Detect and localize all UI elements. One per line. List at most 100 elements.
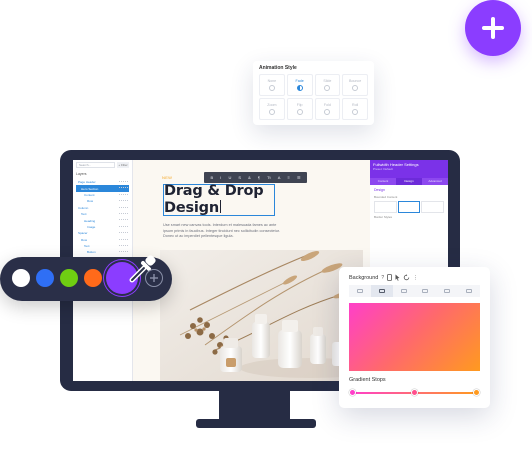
animation-option-roll[interactable]: Roll — [342, 98, 368, 120]
border-cell[interactable] — [421, 201, 444, 213]
add-button[interactable] — [465, 0, 521, 56]
gradient-icon — [378, 289, 385, 293]
no-fill-icon — [356, 289, 363, 293]
headline-line-2: Design — [164, 199, 219, 216]
animation-fold-icon — [324, 109, 331, 115]
animation-option-fade[interactable]: Fade — [286, 74, 313, 96]
eyebrow-text: NEW — [162, 175, 173, 180]
settings-subtitle: Preset: Default — [373, 167, 393, 171]
layer-label: Text — [81, 212, 87, 217]
layer-label: Button — [87, 250, 96, 255]
bg-tab-mask[interactable] — [458, 285, 480, 297]
toolbar-item-6[interactable]: Tt — [267, 175, 271, 180]
settings-section-title[interactable]: Design — [370, 185, 448, 195]
swatch-orange[interactable] — [84, 269, 102, 287]
animation-option-label: Fold — [323, 103, 331, 107]
layer-label: Row — [87, 199, 94, 204]
add-color-button[interactable] — [145, 269, 163, 287]
gradient-preview[interactable] — [349, 303, 480, 371]
layers-search-input[interactable]: Search... — [76, 162, 115, 168]
settings-tab-content[interactable]: Content — [370, 178, 396, 185]
settings-tabs: Content Design Advanced — [370, 178, 448, 185]
animation-style-card: Animation Style None Fade Slide Bounce Zoom F… — [253, 61, 374, 125]
toolbar-item-7[interactable]: A — [278, 175, 281, 180]
border-cell[interactable] — [374, 201, 397, 213]
animation-option-label: Slide — [323, 79, 332, 83]
swatch-blue[interactable] — [36, 269, 54, 287]
layers-title: Layers — [76, 172, 87, 176]
toolbar-item-3[interactable]: S — [238, 175, 241, 180]
text-format-toolbar: B I U S & ¶ Tt A ≡ ☰ — [204, 172, 307, 183]
gradient-stop-3[interactable] — [473, 389, 480, 396]
layer-actions-icon[interactable] — [119, 212, 128, 215]
layer-actions-icon[interactable] — [119, 206, 128, 209]
bg-tab-video[interactable] — [414, 285, 436, 297]
layers-filter-button[interactable]: + Filter — [117, 162, 129, 168]
animation-option-label: Fade — [295, 79, 304, 83]
animation-option-zoom[interactable]: Zoom — [259, 98, 285, 120]
toolbar-item-4[interactable]: & — [248, 175, 251, 180]
animation-option-fold[interactable]: Fold — [314, 98, 341, 120]
plus-icon — [482, 17, 504, 39]
animation-option-slide[interactable]: Slide — [314, 74, 341, 96]
more-options-icon[interactable]: ⋮ — [413, 275, 418, 281]
hero-image[interactable] — [160, 250, 363, 381]
layer-actions-icon[interactable] — [119, 225, 128, 228]
swatch-white[interactable] — [12, 269, 30, 287]
layer-actions-icon[interactable] — [119, 244, 128, 247]
layer-actions-icon[interactable] — [119, 232, 128, 234]
monitor-neck — [219, 391, 290, 420]
toolbar-item-8[interactable]: ≡ — [287, 175, 289, 180]
gradient-stop-2[interactable] — [411, 389, 418, 396]
border-cell-selected[interactable] — [397, 201, 421, 213]
layer-actions-icon[interactable] — [119, 181, 128, 183]
toolbar-item-0[interactable]: B — [211, 175, 214, 180]
headline-line-1: Drag & Drop — [164, 183, 264, 199]
bg-tab-image[interactable] — [393, 285, 415, 297]
bg-tab-none[interactable] — [349, 285, 371, 297]
image-icon — [400, 289, 407, 293]
layer-label: Page Header — [78, 180, 96, 185]
animation-options-grid: None Fade Slide Bounce Zoom Flip Fold Roll — [259, 74, 368, 120]
swatch-green[interactable] — [60, 269, 78, 287]
stage: Animation Style None Fade Slide Bounce Zoom F… — [0, 0, 532, 452]
settings-label-border: Border Styles — [374, 215, 393, 219]
toolbar-item-1[interactable]: I — [220, 175, 221, 180]
settings-tab-design[interactable]: Design — [396, 178, 422, 185]
settings-tab-advanced[interactable]: Advanced — [422, 178, 448, 185]
gradient-stop-1[interactable] — [349, 389, 356, 396]
cursor-icon[interactable] — [395, 274, 400, 281]
animation-option-none[interactable]: None — [259, 74, 285, 96]
toolbar-item-2[interactable]: U — [228, 175, 231, 180]
layer-actions-icon[interactable] — [119, 238, 128, 241]
layer-actions-icon[interactable] — [119, 200, 128, 202]
animation-option-label: None — [267, 79, 277, 83]
bg-tab-pattern[interactable] — [436, 285, 458, 297]
animation-option-flip[interactable]: Flip — [286, 98, 313, 120]
monitor-base — [196, 419, 316, 428]
background-settings-card: Background ? ⋮ Gradient Stops — [339, 267, 490, 408]
layer-label: Heading — [84, 218, 96, 223]
background-title: Background — [349, 274, 379, 281]
animation-flip-icon — [296, 109, 303, 115]
settings-header: Fullwidth Header Settings Preset: Defaul… — [370, 160, 448, 178]
headline-text[interactable]: Drag & Drop Design — [164, 183, 264, 216]
animation-option-label: Flip — [296, 103, 303, 107]
bg-tab-gradient[interactable] — [370, 285, 393, 297]
border-position-grid — [370, 199, 448, 215]
layer-label: Text — [84, 244, 90, 249]
gradient-stops-label: Gradient Stops — [349, 377, 386, 383]
animation-slide-icon — [324, 85, 331, 91]
animation-fade-icon — [296, 85, 303, 91]
animation-bounce-icon — [352, 85, 359, 91]
toolbar-item-9[interactable]: ☰ — [297, 175, 301, 180]
layer-actions-icon[interactable] — [119, 187, 128, 189]
layer-actions-icon[interactable] — [119, 219, 128, 221]
mobile-icon[interactable] — [387, 274, 393, 281]
animation-option-bounce[interactable]: Bounce — [342, 74, 368, 96]
dried-flowers-image — [160, 250, 363, 381]
layer-actions-icon[interactable] — [119, 193, 128, 196]
reset-icon[interactable] — [403, 274, 410, 281]
help-icon[interactable]: ? — [381, 275, 384, 281]
toolbar-item-5[interactable]: ¶ — [258, 175, 260, 180]
